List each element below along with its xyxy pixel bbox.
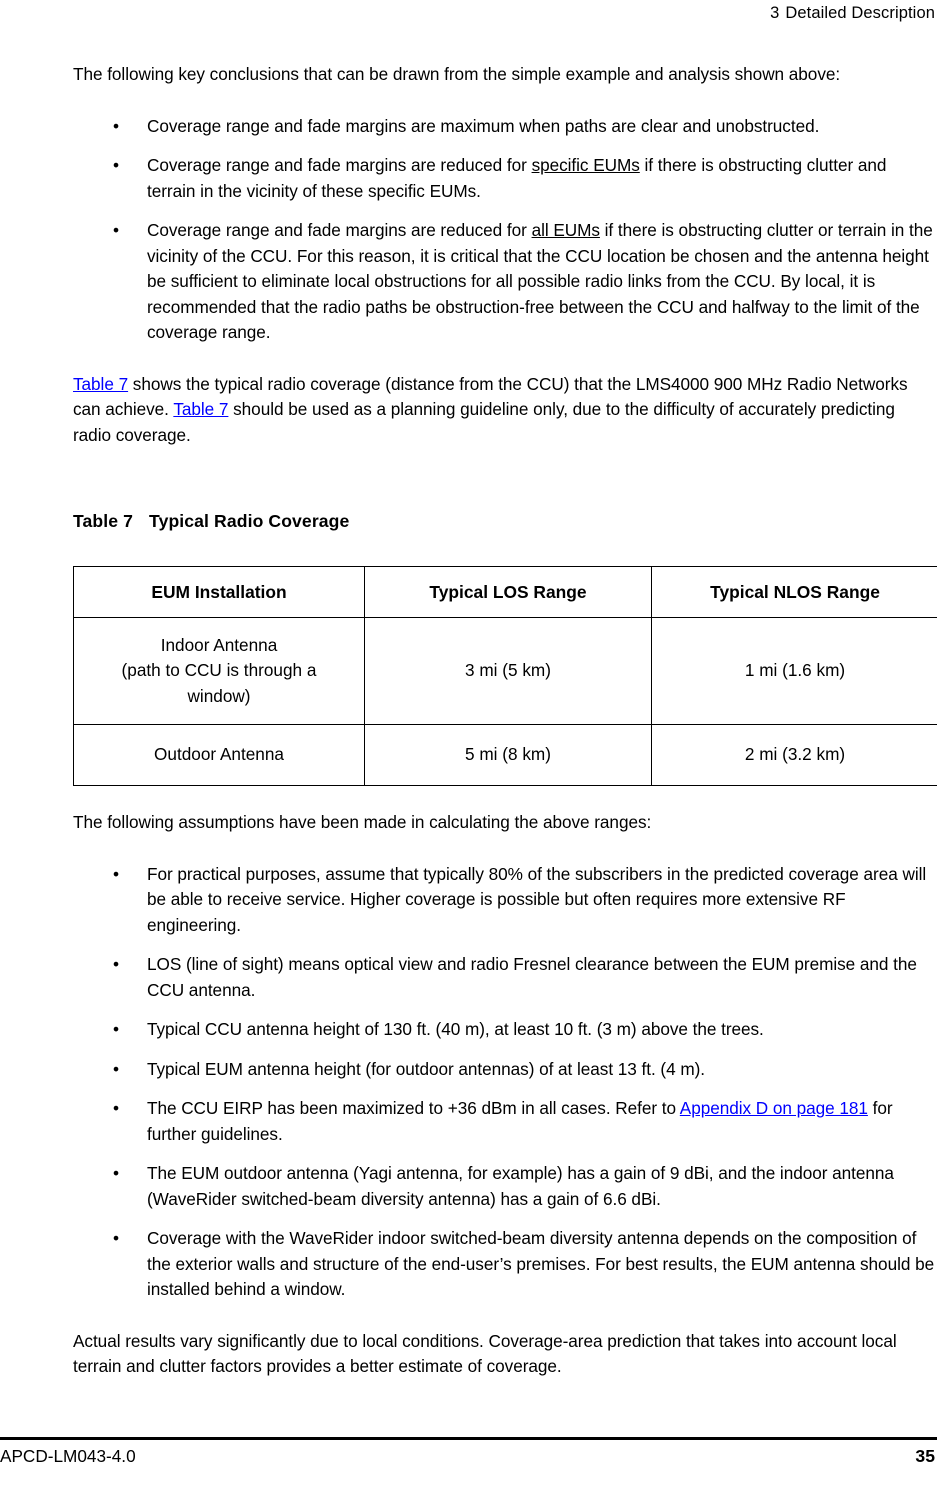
bullet-icon: • bbox=[113, 1019, 119, 1039]
emphasis-underline: specific EUMs bbox=[531, 155, 640, 175]
cell-line: window) bbox=[187, 685, 251, 706]
bullet-icon: • bbox=[113, 1163, 119, 1183]
cell-nlos-range: 2 mi (3.2 km) bbox=[651, 724, 937, 786]
running-header: 3 Detailed Description bbox=[0, 0, 935, 26]
list-item: • Typical EUM antenna height (for outdoo… bbox=[73, 1057, 935, 1083]
list-item-text: Coverage range and fade margins are maxi… bbox=[147, 115, 820, 136]
appendix-d-link[interactable]: Appendix D on page 181 bbox=[680, 1098, 868, 1118]
table-row: Indoor Antenna (path to CCU is through a… bbox=[73, 617, 937, 725]
bullet-icon: • bbox=[113, 155, 119, 175]
table-caption-label: Table 7 bbox=[73, 511, 134, 531]
table-7-link[interactable]: Table 7 bbox=[73, 374, 128, 394]
table-row: Outdoor Antenna 5 mi (8 km) 2 mi (3.2 km… bbox=[73, 724, 937, 786]
header-chapter-number: 3 bbox=[770, 4, 780, 22]
cell-installation: Indoor Antenna (path to CCU is through a… bbox=[73, 617, 365, 725]
cell-line: (path to CCU is through a bbox=[121, 660, 317, 681]
table-caption-title: Typical Radio Coverage bbox=[149, 511, 350, 531]
bullet-icon: • bbox=[113, 1098, 119, 1118]
list-item: • Coverage range and fade margins are re… bbox=[73, 218, 935, 346]
column-header-eum-installation: EUM Installation bbox=[73, 566, 365, 618]
list-item-text: Coverage with the WaveRider indoor switc… bbox=[147, 1228, 935, 1299]
emphasis-underline: all EUMs bbox=[531, 220, 600, 240]
assumptions-list: • For practical purposes, assume that ty… bbox=[73, 862, 935, 1303]
list-item: • Typical CCU antenna height of 130 ft. … bbox=[73, 1017, 935, 1043]
page-footer: APCD-LM043-4.0 35 bbox=[0, 1437, 937, 1483]
closing-paragraph: Actual results vary significantly due to… bbox=[73, 1330, 897, 1377]
list-item-text: Coverage range and fade margins are redu… bbox=[147, 220, 532, 240]
list-item-text: The EUM outdoor antenna (Yagi antenna, f… bbox=[147, 1163, 894, 1209]
cell-installation: Outdoor Antenna bbox=[73, 724, 365, 786]
document-page: 3 Detailed Description The following key … bbox=[0, 0, 937, 1493]
cell-nlos-range: 1 mi (1.6 km) bbox=[651, 617, 937, 725]
cell-los-range: 3 mi (5 km) bbox=[364, 617, 652, 725]
conclusions-list: • Coverage range and fade margins are ma… bbox=[73, 114, 935, 346]
list-item: • The EUM outdoor antenna (Yagi antenna,… bbox=[73, 1161, 935, 1212]
list-item-text: The CCU EIRP has been maximized to +36 d… bbox=[147, 1098, 680, 1118]
table-header-row: EUM Installation Typical LOS Range Typic… bbox=[73, 566, 937, 618]
cell-los-range: 5 mi (8 km) bbox=[364, 724, 652, 786]
table-intro-paragraph: Table 7 shows the typical radio coverage… bbox=[73, 372, 935, 449]
list-item: • Coverage with the WaveRider indoor swi… bbox=[73, 1226, 935, 1303]
footer-divider bbox=[0, 1437, 937, 1440]
list-item: • LOS (line of sight) means optical view… bbox=[73, 952, 935, 1003]
list-item: • For practical purposes, assume that ty… bbox=[73, 862, 935, 939]
bullet-icon: • bbox=[113, 1228, 119, 1248]
footer-page-number: 35 bbox=[915, 1446, 935, 1466]
header-chapter-title: Detailed Description bbox=[785, 4, 935, 22]
cell-line: Indoor Antenna bbox=[160, 634, 278, 655]
list-item-text: Coverage range and fade margins are redu… bbox=[147, 155, 532, 175]
intro-paragraph: The following key conclusions that can b… bbox=[73, 64, 841, 84]
bullet-icon: • bbox=[113, 1058, 119, 1079]
bullet-icon: • bbox=[113, 954, 119, 974]
bullet-icon: • bbox=[113, 115, 119, 136]
bullet-icon: • bbox=[113, 220, 119, 240]
table-7-link[interactable]: Table 7 bbox=[173, 399, 228, 419]
list-item-text: Typical EUM antenna height (for outdoor … bbox=[147, 1058, 706, 1079]
bullet-icon: • bbox=[113, 863, 119, 884]
column-header-typical-los-range: Typical LOS Range bbox=[364, 566, 652, 618]
list-item-text: For practical purposes, assume that typi… bbox=[147, 863, 927, 935]
table-caption: Table 7 Typical Radio Coverage bbox=[73, 510, 935, 532]
page-content: The following key conclusions that can b… bbox=[73, 62, 937, 1380]
list-item: • Coverage range and fade margins are re… bbox=[73, 153, 935, 204]
assumptions-intro-paragraph: The following assumptions have been made… bbox=[73, 812, 652, 832]
list-item-text: Typical CCU antenna height of 130 ft. (4… bbox=[147, 1019, 764, 1039]
list-item: • Coverage range and fade margins are ma… bbox=[73, 114, 935, 140]
list-item-text: LOS (line of sight) means optical view a… bbox=[147, 954, 917, 1000]
footer-document-id: APCD-LM043-4.0 bbox=[0, 1446, 136, 1466]
list-item: • The CCU EIRP has been maximized to +36… bbox=[73, 1096, 935, 1147]
typical-radio-coverage-table: EUM Installation Typical LOS Range Typic… bbox=[73, 566, 937, 786]
column-header-typical-nlos-range: Typical NLOS Range bbox=[651, 566, 937, 618]
